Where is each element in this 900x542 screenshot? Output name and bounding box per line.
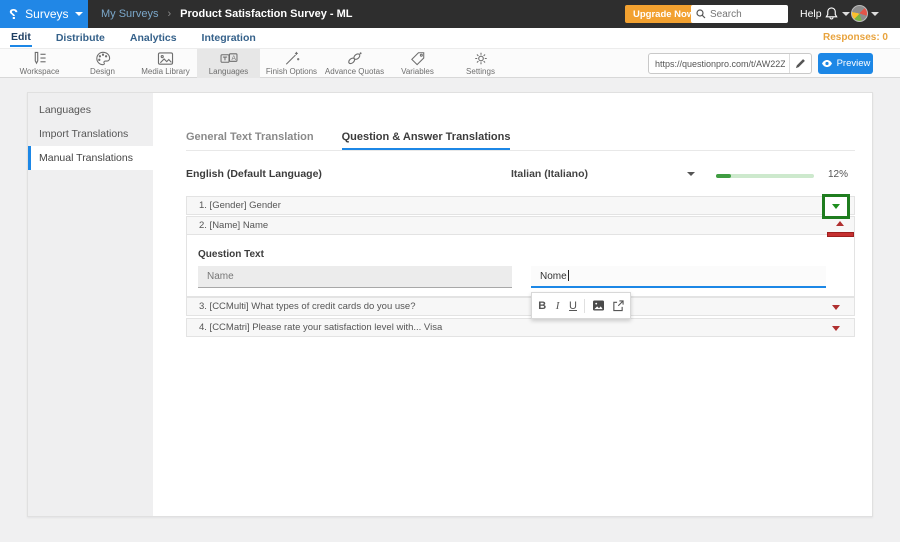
toolbar-item-variables[interactable]: Variables [386,49,449,78]
nav-item-edit[interactable]: Edit [10,29,32,47]
question-row-name[interactable]: 2. [Name] Name [186,216,855,235]
progress-percent-label: 12% [828,169,849,180]
product-menu-label: Surveys [25,7,69,21]
translations-panel: Languages Import Translations Manual Tra… [27,92,873,517]
gear-icon [474,52,487,65]
nav-item-integration[interactable]: Integration [201,30,257,46]
toolbar-item-media-library[interactable]: Media Library [134,49,197,78]
target-language-dropdown[interactable]: Italian (Italiano) [511,168,588,180]
italic-button[interactable]: I [553,300,561,312]
question-text-label: Question Text [198,249,264,260]
insert-image-button[interactable] [592,300,605,311]
chain-links-icon [348,52,362,65]
bell-icon [825,7,838,20]
translations-sidebar: Languages Import Translations Manual Tra… [28,93,153,516]
expand-caret-icon[interactable] [832,204,840,209]
collapse-caret-icon[interactable] [836,221,844,226]
insert-link-button[interactable] [612,299,624,312]
account-menu[interactable] [851,5,879,22]
chevron-down-icon [871,11,879,16]
toolbar-divider [584,298,585,313]
translate-icon: A [220,53,237,63]
breadcrumb: My Surveys › Product Satisfaction Survey… [101,0,353,28]
chevron-down-icon[interactable] [687,172,695,176]
pencil-icon [795,59,805,69]
help-link[interactable]: Help [800,8,822,20]
sidebar-item-languages[interactable]: Languages [28,98,153,122]
questionpro-logo-icon: ? [9,5,19,23]
magic-wand-icon [285,51,299,65]
eye-icon [821,60,832,67]
search-input[interactable] [710,8,785,20]
expand-caret-icon[interactable] [832,326,840,331]
toolbar-item-workspace[interactable]: Workspace [8,49,71,78]
avatar [851,5,868,22]
page-title: Product Satisfaction Survey - ML [180,8,353,20]
toolbar-item-design[interactable]: Design [71,49,134,78]
svg-text:A: A [231,55,236,62]
toolbar-item-settings[interactable]: Settings [449,49,512,78]
formatting-toolbar: B I U [531,292,631,319]
tab-general-text-translation[interactable]: General Text Translation [186,131,314,150]
top-bar: ? Surveys My Surveys › Product Satisfact… [0,0,900,28]
palette-icon [95,51,110,66]
external-link-icon [613,299,624,311]
chevron-down-icon [842,11,850,16]
tag-icon [410,52,424,66]
source-language-label: English (Default Language) [186,168,322,180]
survey-nav: Edit Distribute Analytics Integration Re… [0,28,900,48]
red-marker-annotation [827,232,854,237]
workspace-icon [34,51,46,65]
global-search[interactable] [691,5,788,23]
edit-toolbar: Workspace Design Media Library A Languag… [0,48,900,78]
survey-url-input[interactable] [649,58,789,69]
nav-item-analytics[interactable]: Analytics [129,30,178,46]
notifications-button[interactable] [824,6,850,21]
image-icon [592,300,604,311]
text-cursor [567,270,569,281]
highlight-annotation-box [822,194,850,219]
breadcrumb-separator-icon: › [167,8,172,20]
progress-fill [716,174,731,178]
sidebar-item-import-translations[interactable]: Import Translations [28,122,153,146]
surveys-product-menu[interactable]: ? Surveys [0,0,88,28]
breadcrumb-my-surveys[interactable]: My Surveys [101,8,158,20]
edit-url-button[interactable] [789,54,811,73]
chevron-down-icon [74,12,83,16]
nav-item-distribute[interactable]: Distribute [55,30,106,46]
search-icon [696,9,706,19]
tabs-divider [186,150,855,151]
underline-button[interactable]: U [569,300,577,312]
tab-question-answer-translations[interactable]: Question & Answer Translations [341,131,511,150]
image-icon [157,52,174,65]
expand-caret-icon[interactable] [832,305,840,310]
question-row-ccmatri[interactable]: 4. [CCMatri] Please rate your satisfacti… [186,318,855,337]
toolbar-item-advance-quotas[interactable]: Advance Quotas [323,49,386,78]
question-row-ccmulti[interactable]: 3. [CCMulti] What types of credit cards … [186,297,855,316]
translation-text-field[interactable]: Nome [531,266,826,288]
survey-url-field [648,53,812,74]
responses-count[interactable]: Responses: 0 [823,32,888,43]
question-row-gender[interactable]: 1. [Gender] Gender [186,196,855,215]
preview-button[interactable]: Preview [818,53,873,74]
source-text-field: Name [198,266,512,288]
toolbar-item-finish-options[interactable]: Finish Options [260,49,323,78]
bold-button[interactable]: B [538,300,546,312]
toolbar-item-languages[interactable]: A Languages [197,49,260,78]
translation-progress-bar [716,174,814,178]
translation-tabs: General Text Translation Question & Answ… [186,131,511,150]
sidebar-item-manual-translations[interactable]: Manual Translations [28,146,153,170]
